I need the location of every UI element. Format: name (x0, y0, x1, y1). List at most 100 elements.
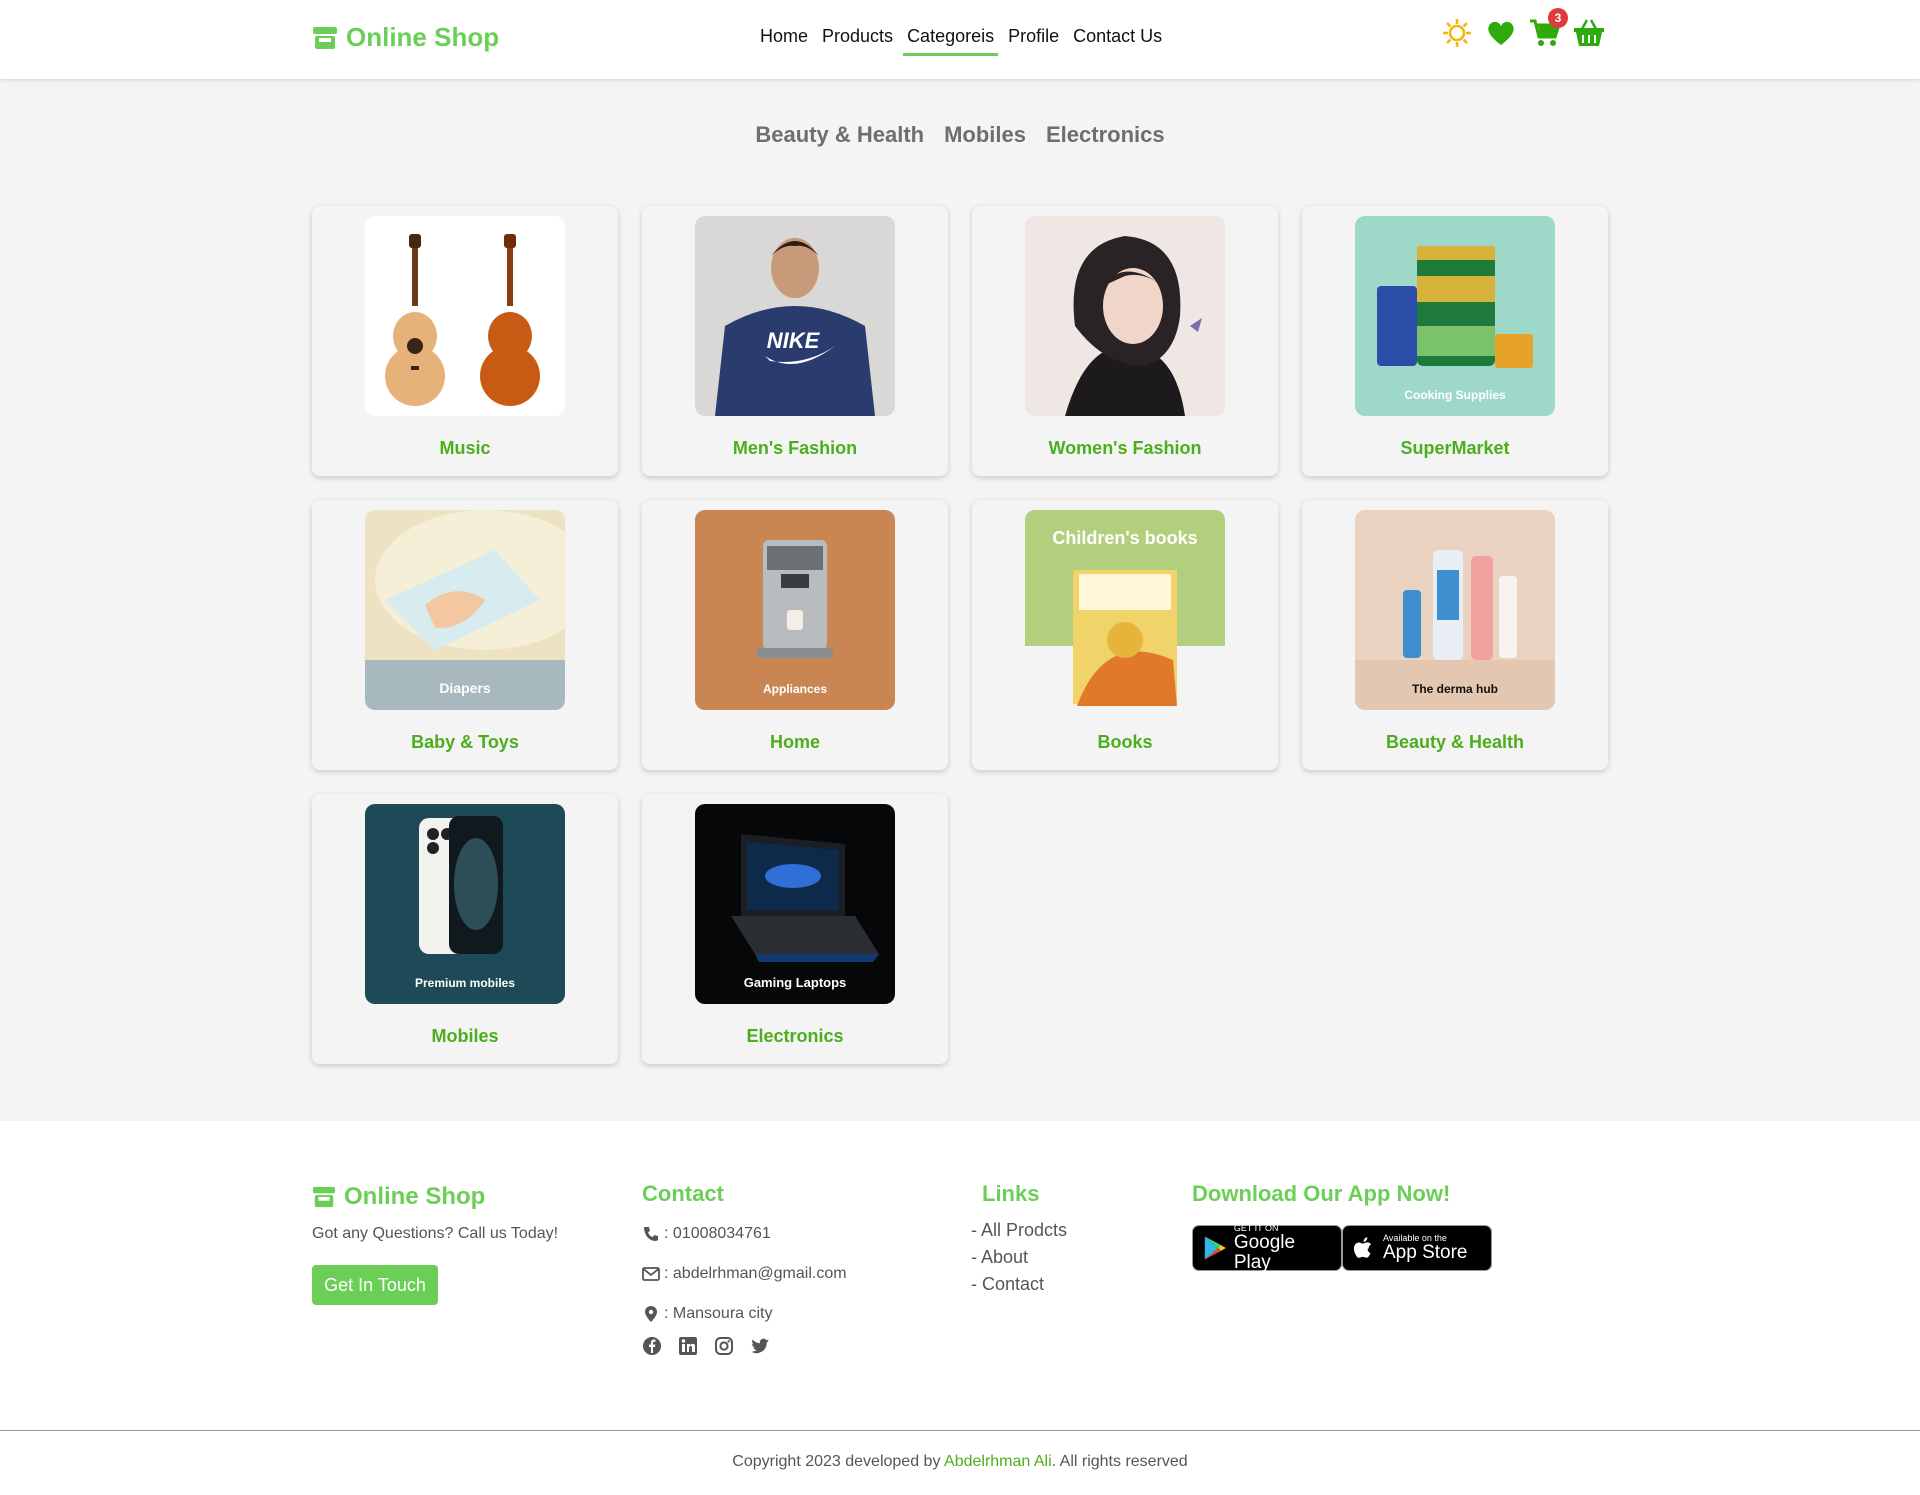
category-title: SuperMarket (1400, 438, 1510, 458)
contact-email: : abdelrhman@gmail.com (642, 1265, 847, 1283)
apple-icon (1353, 1237, 1372, 1258)
header-actions: 3 (1440, 8, 1606, 50)
contact-location: : Mansoura city (642, 1305, 772, 1323)
phone-number: : 01008034761 (664, 1225, 771, 1242)
copyright-prefix: Copyright 2023 developed by (732, 1453, 945, 1470)
image-caption: Gaming Laptops (743, 975, 847, 990)
linkedin-icon[interactable] (678, 1336, 698, 1356)
cart-button[interactable]: 3 (1528, 8, 1568, 50)
nav-products[interactable]: Products (822, 26, 893, 53)
nav-contact-us[interactable]: Contact Us (1073, 26, 1162, 53)
category-title: Women's Fashion (1048, 438, 1202, 458)
app-store-badge[interactable]: Available on the App Store (1342, 1225, 1492, 1271)
links-heading: Links (982, 1181, 1040, 1206)
category-grid: Music NIKE Men's Fashion Women's Fashion… (312, 206, 1608, 1064)
category-title: Men's Fashion (732, 438, 858, 458)
category-card-mens-fashion[interactable]: NIKE Men's Fashion (642, 206, 948, 476)
contact-phone: : 01008034761 (642, 1225, 771, 1243)
brand-logo[interactable]: Online Shop (312, 22, 499, 53)
category-title: Electronics (746, 1026, 844, 1046)
nav-home[interactable]: Home (760, 26, 808, 53)
copyright-suffix: . All rights reserved (1051, 1453, 1188, 1470)
skincare-image (1355, 510, 1555, 710)
footer-link-contact[interactable]: - Contact (971, 1274, 1044, 1295)
category-image-books: Children's books (1025, 510, 1225, 710)
tab-mobiles[interactable]: Mobiles (944, 122, 1026, 148)
image-caption: Premium mobiles (414, 976, 516, 990)
site-footer: Online Shop Got any Questions? Call us T… (0, 1121, 1920, 1495)
store-icon (313, 26, 337, 49)
basket-button[interactable] (1572, 16, 1606, 50)
footer-link-all-products[interactable]: - All Prodcts (971, 1220, 1067, 1241)
footer-brand-name: Online Shop (344, 1183, 486, 1210)
category-card-books[interactable]: Children's books Books (972, 500, 1278, 770)
image-caption: Appliances (762, 682, 828, 696)
store-icon (312, 1186, 336, 1208)
category-card-electronics[interactable]: Gaming Laptops Electronics (642, 794, 948, 1064)
image-caption: The derma hub (1411, 682, 1498, 696)
social-links (642, 1336, 770, 1356)
image-caption: Children's books (1052, 528, 1198, 548)
category-title: Mobiles (431, 1026, 499, 1046)
twitter-icon[interactable] (750, 1336, 770, 1356)
theme-toggle-button[interactable] (1440, 16, 1474, 50)
nav-categories[interactable]: Categoreis (903, 26, 999, 56)
phones-image (365, 804, 565, 1004)
category-title: Books (1097, 732, 1153, 752)
category-image-music (365, 216, 565, 416)
instagram-icon[interactable] (714, 1336, 734, 1356)
download-app-heading: Download Our App Now! (1192, 1181, 1451, 1206)
groceries-image (1355, 216, 1555, 416)
envelope-icon (642, 1267, 660, 1281)
cart-count-badge: 3 (1548, 8, 1568, 28)
heart-icon (1488, 21, 1514, 45)
image-caption: Cooking Supplies (1404, 388, 1506, 402)
nav-profile[interactable]: Profile (1008, 26, 1059, 53)
category-title: Beauty & Health (1385, 732, 1525, 752)
category-image-supermarket: Cooking Supplies (1355, 216, 1555, 416)
man-hoodie-image: NIKE (695, 216, 895, 416)
category-image-womens-fashion (1025, 216, 1225, 416)
category-card-beauty-health[interactable]: The derma hub Beauty & Health (1302, 500, 1608, 770)
category-image-electronics: Gaming Laptops (695, 804, 895, 1004)
facebook-icon[interactable] (642, 1336, 662, 1356)
category-title: Home (769, 732, 820, 752)
google-play-icon (1204, 1236, 1226, 1260)
get-in-touch-button[interactable]: Get In Touch (312, 1265, 438, 1305)
email-address: : abdelrhman@gmail.com (664, 1265, 847, 1282)
tab-electronics[interactable]: Electronics (1046, 122, 1165, 148)
category-image-mens-fashion: NIKE (695, 216, 895, 416)
main-nav: Home Products Categoreis Profile Contact… (760, 26, 1162, 56)
top-navbar: Online Shop Home Products Categoreis Pro… (0, 0, 1920, 79)
category-image-home: Appliances (695, 510, 895, 710)
copyright-author-link[interactable]: Abdelrhman Ali (944, 1453, 1052, 1470)
category-filter-tabs: Beauty & Health Mobiles Electronics (0, 122, 1920, 148)
google-play-big-text: Google Play (1233, 1232, 1296, 1273)
category-image-baby-toys: Diapers (365, 510, 565, 710)
basket-icon (1574, 19, 1604, 46)
tab-beauty-health[interactable]: Beauty & Health (755, 122, 924, 148)
category-card-baby-toys[interactable]: Diapers Baby & Toys (312, 500, 618, 770)
category-card-supermarket[interactable]: Cooking Supplies SuperMarket (1302, 206, 1608, 476)
category-card-womens-fashion[interactable]: Women's Fashion (972, 206, 1278, 476)
footer-divider (0, 1430, 1920, 1431)
category-image-mobiles: Premium mobiles (365, 804, 565, 1004)
location-text: : Mansoura city (664, 1305, 773, 1322)
category-card-music[interactable]: Music (312, 206, 618, 476)
contact-heading: Contact (642, 1181, 724, 1206)
wishlist-button[interactable] (1484, 16, 1518, 50)
footer-logo[interactable]: Online Shop (312, 1183, 485, 1211)
sun-icon (1443, 19, 1471, 47)
map-pin-icon (645, 1306, 657, 1322)
svg-text:NIKE: NIKE (767, 328, 821, 353)
image-caption: Diapers (439, 680, 491, 696)
category-title: Baby & Toys (411, 732, 519, 752)
google-play-badge[interactable]: GET IT ON Google Play (1192, 1223, 1342, 1273)
guitars-image (365, 216, 565, 416)
woman-illustration-image (1025, 216, 1225, 416)
category-title: Music (439, 438, 491, 458)
category-card-home[interactable]: Appliances Home (642, 500, 948, 770)
footer-link-about[interactable]: - About (971, 1247, 1028, 1268)
phone-icon (644, 1227, 658, 1241)
category-card-mobiles[interactable]: Premium mobiles Mobiles (312, 794, 618, 1064)
